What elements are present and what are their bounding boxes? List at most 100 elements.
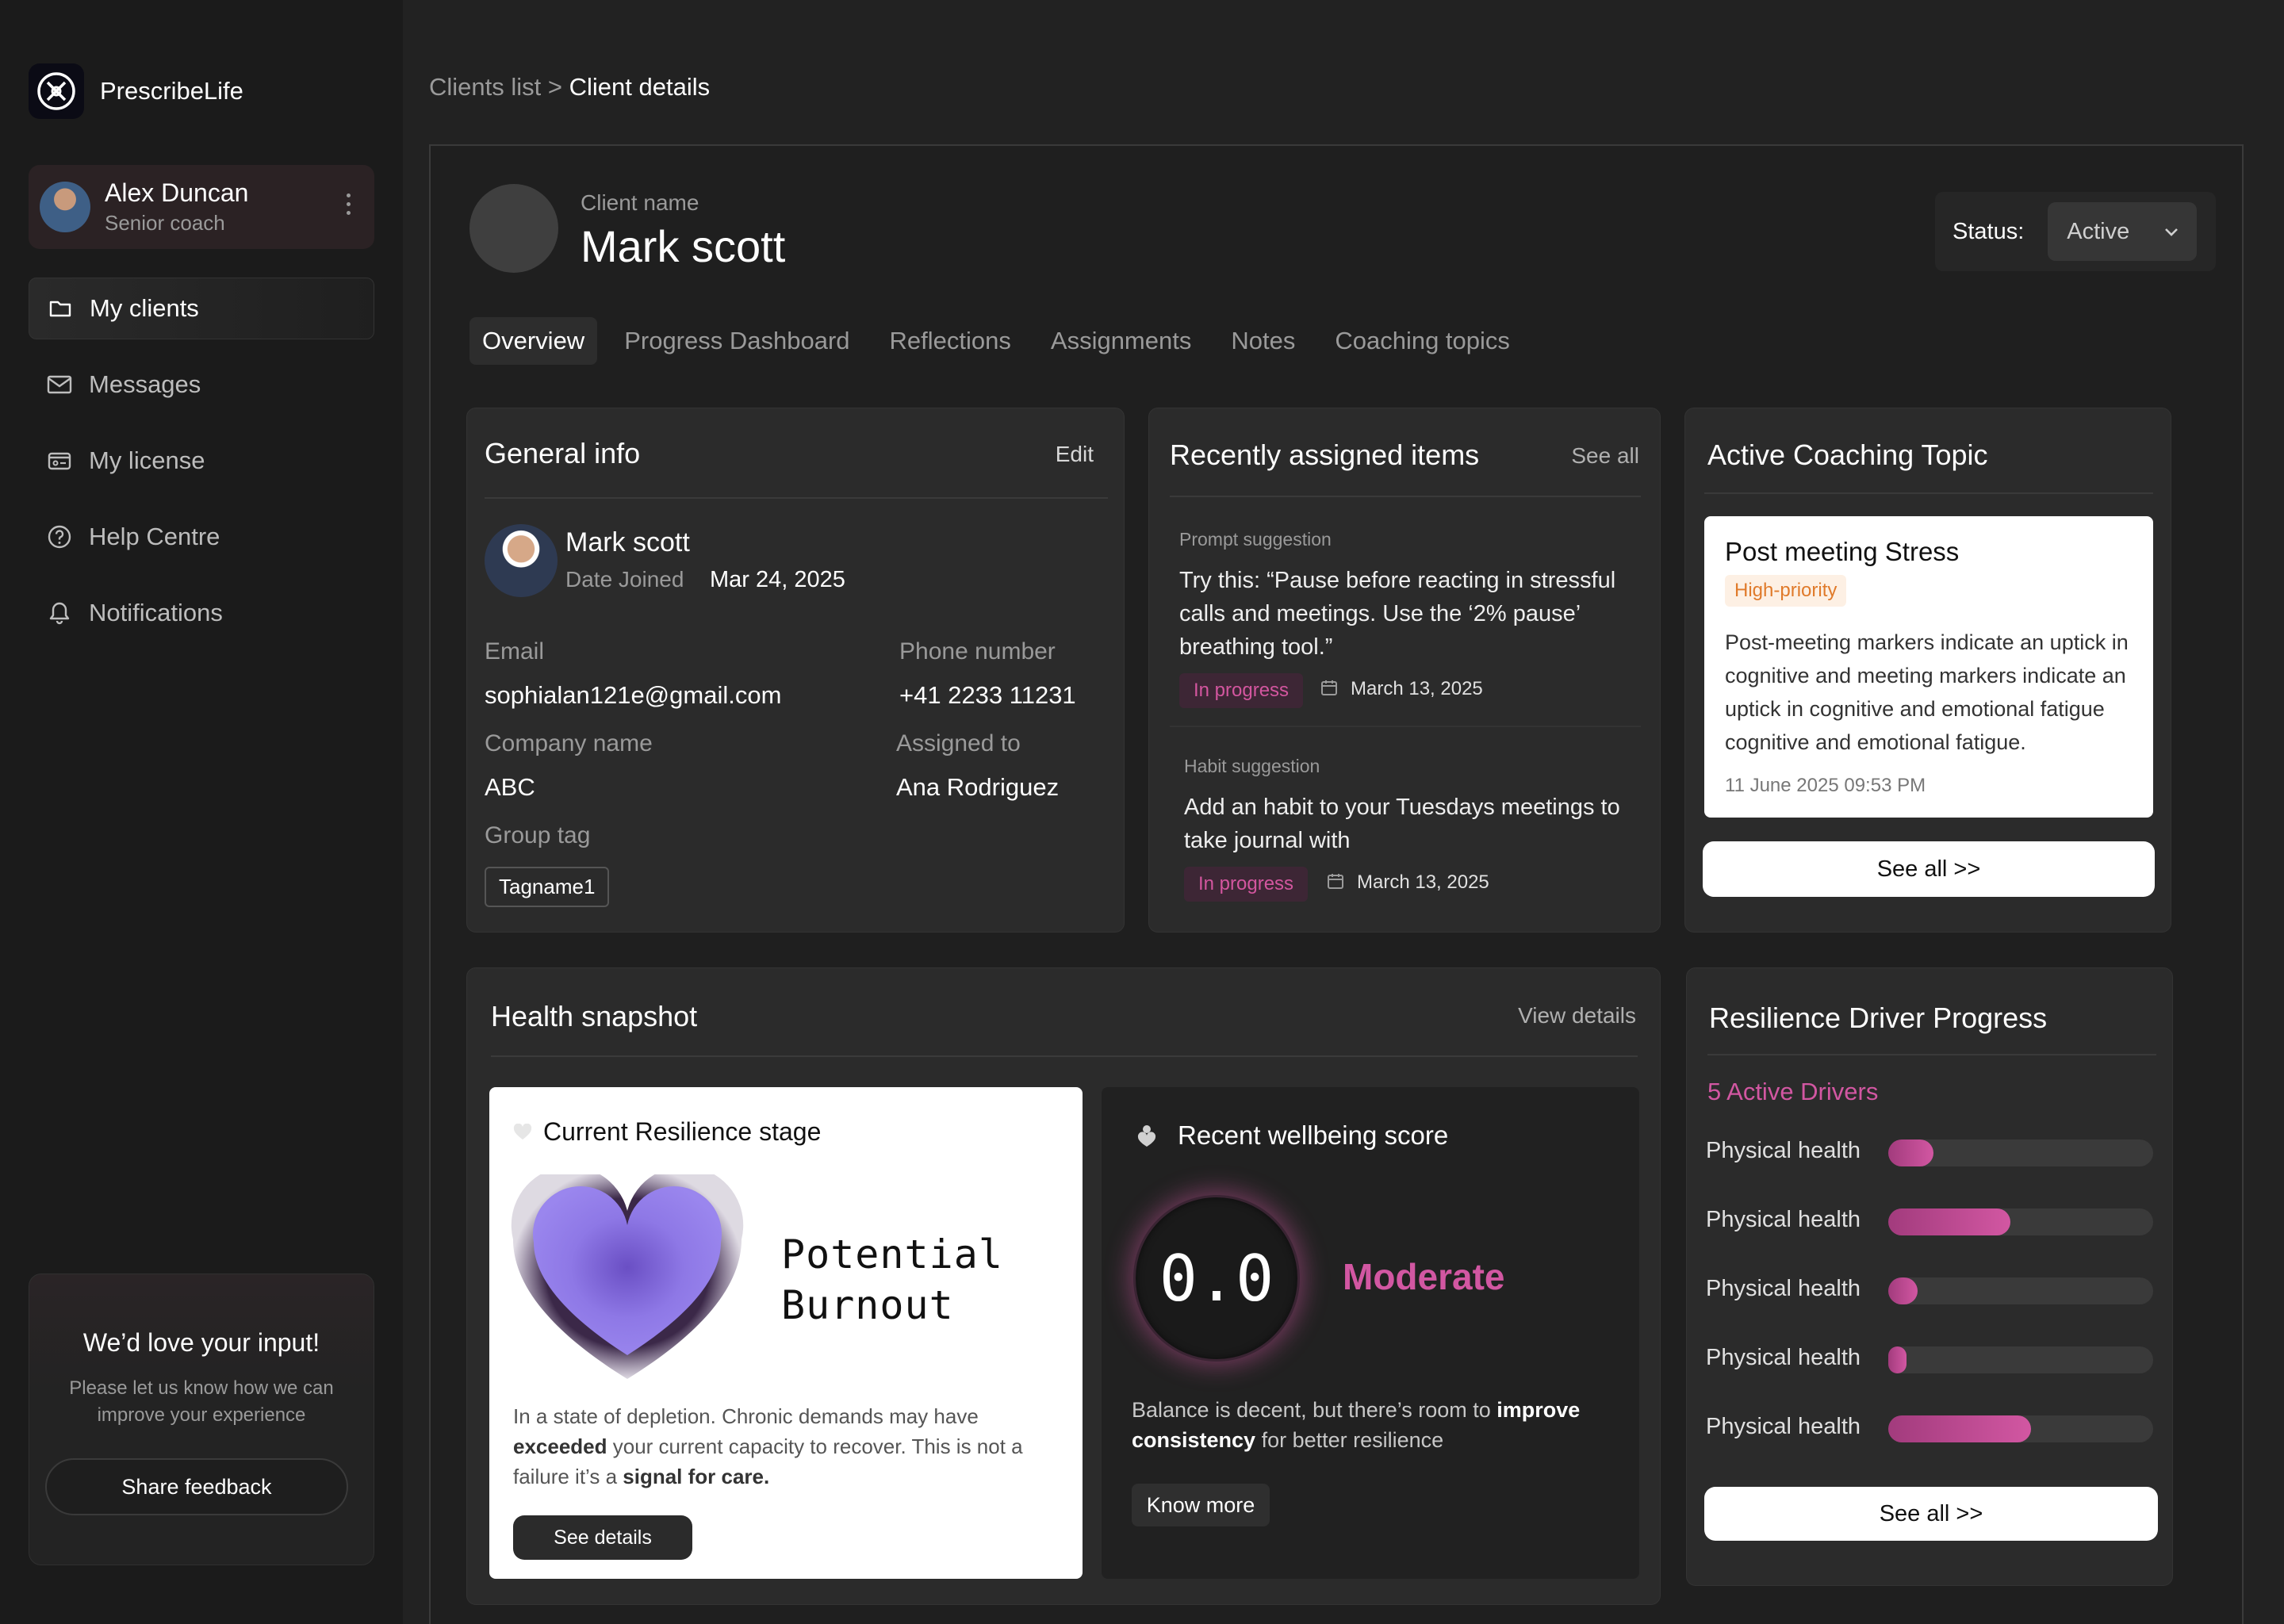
see-details-button[interactable]: See details [513,1515,692,1560]
group-tag[interactable]: Tagname1 [485,867,610,907]
resilience-stage-line2: Burnout [781,1282,954,1328]
know-more-button[interactable]: Know more [1132,1484,1270,1526]
sidebar-item-label: Messages [89,370,201,398]
see-all-link[interactable]: See all [1571,443,1639,469]
wellbeing-card: Recent wellbeing score 0.0 Moderate Bala… [1102,1087,1639,1579]
feedback-card: We’d love your input! Please let us know… [29,1274,374,1565]
sidebar-item-my-license[interactable]: My license [29,430,374,492]
resilience-stage-card: Current Resilience stage Potential Burno… [489,1087,1083,1579]
folder-icon [47,295,74,322]
general-info-title: General info [485,437,641,469]
item-type: Prompt suggestion [1179,529,1332,550]
driver-label: Physical health [1706,1345,1861,1370]
sidebar-item-label: Notifications [89,599,223,626]
priority-badge: High-priority [1725,575,1847,607]
tab-progress-dashboard[interactable]: Progress Dashboard [611,317,862,365]
logo-icon [29,63,84,119]
drivers-title: Resilience Driver Progress [1709,1002,2048,1034]
mail-icon [46,371,73,398]
calendar-icon [1326,871,1345,894]
resilience-title: Current Resilience stage [543,1117,822,1146]
user-card[interactable]: Alex Duncan Senior coach [29,165,374,249]
assigned-value: Ana Rodriguez [896,773,1060,801]
status-value: Active [2067,218,2130,244]
health-snapshot-title: Health snapshot [491,1000,698,1032]
share-feedback-button[interactable]: Share feedback [45,1458,348,1515]
sidebar-item-label: My clients [90,294,199,322]
email-label: Email [485,638,545,665]
driver-progress-bar [1888,1208,2153,1235]
driver-progress-fill [1888,1277,1918,1304]
user-role: Senior coach [105,211,225,235]
group-tag-label: Group tag [485,822,591,848]
client-photo [485,524,558,597]
client-name-label: Client name [581,190,699,215]
status-label: Status: [1953,218,2025,244]
coaching-topic-title: Active Coaching Topic [1707,439,1988,471]
wellbeing-level: Moderate [1343,1256,1505,1297]
health-snapshot-card: Health snapshot View details Current Res… [466,967,1661,1605]
tab-overview[interactable]: Overview [469,317,598,365]
breadcrumb-clients-list[interactable]: Clients list [429,73,541,101]
general-info-card: General info Edit Mark scott Date Joined… [466,408,1125,933]
more-options-icon[interactable] [347,193,351,215]
driver-progress-fill [1888,1208,2010,1235]
item-text: Add an habit to your Tuesdays meetings t… [1184,795,1620,853]
company-value: ABC [485,773,535,801]
list-item[interactable]: Prompt suggestion Try this: “Pause befor… [1149,519,1661,726]
edit-button[interactable]: Edit [1056,442,1094,467]
recent-items-card: Recently assigned items See all Prompt s… [1148,408,1661,933]
avatar [40,182,90,232]
sidebar-item-messages[interactable]: Messages [29,354,374,416]
driver-progress-bar [1888,1277,2153,1304]
feedback-title: We’d love your input! [82,1328,320,1357]
chevron-down-icon [2162,221,2181,247]
resilience-heart-graphic [511,1174,744,1379]
topic-description: Post-meeting markers indicate an uptick … [1725,630,2129,754]
sidebar-item-help-centre[interactable]: Help Centre [29,506,374,568]
resilience-description: In a state of depletion. Chronic demands… [513,1404,1023,1488]
tab-reflections[interactable]: Reflections [877,317,1024,365]
active-drivers-count: 5 Active Drivers [1707,1078,1879,1105]
topic-timestamp: 11 June 2025 09:53 PM [1725,775,1926,796]
driver-progress-fill [1888,1415,2031,1442]
resilience-stage-line1: Potential [781,1231,1003,1277]
driver-progress-bar [1888,1139,2153,1166]
driver-progress-bar [1888,1346,2153,1373]
date-joined-value: Mar 24, 2025 [710,567,845,592]
driver-label: Physical health [1706,1138,1861,1163]
driver-progress-fill [1888,1346,1907,1373]
app-logo[interactable]: PrescribeLife [29,63,243,119]
company-label: Company name [485,730,653,756]
tab-notes[interactable]: Notes [1218,317,1308,365]
wellbeing-score-circle: 0.0 [1133,1195,1300,1362]
see-all-topics-button[interactable]: See all >> [1703,841,2155,897]
status-dropdown[interactable]: Active [2048,202,2198,261]
view-details-link[interactable]: View details [1518,1003,1636,1028]
date-joined-label: Date Joined [565,567,684,592]
sidebar-item-notifications[interactable]: Notifications [29,582,374,644]
sidebar-item-my-clients[interactable]: My clients [29,278,374,339]
driver-progress-bar [1888,1415,2153,1442]
user-name: Alex Duncan [105,178,249,207]
breadcrumb-separator: > [547,73,562,101]
app-name: PrescribeLife [100,77,243,105]
driver-progress-fill [1888,1139,1933,1166]
sidebar-item-label: Help Centre [89,523,220,550]
heart-icon [513,1123,532,1145]
driver-label: Physical health [1706,1414,1861,1439]
item-date: March 13, 2025 [1357,871,1489,893]
wellbeing-score: 0.0 [1159,1241,1274,1316]
tab-assignments[interactable]: Assignments [1038,317,1204,365]
see-all-drivers-button[interactable]: See all >> [1704,1487,2158,1541]
driver-label: Physical health [1706,1276,1861,1301]
email-value: sophialan121e@gmail.com [485,681,782,709]
list-item[interactable]: Habit suggestion Add an habit to your Tu… [1149,745,1661,919]
topic-card[interactable]: Post meeting Stress High-priority Post-m… [1704,516,2153,818]
tab-coaching-topics[interactable]: Coaching topics [1322,317,1523,365]
assigned-label: Assigned to [896,730,1021,756]
status-control: Status: Active [1935,192,2216,271]
coaching-topic-card: Active Coaching Topic Post meeting Stres… [1684,408,2171,933]
wellbeing-description: Balance is decent, but there’s room to i… [1132,1398,1581,1452]
item-text: Try this: “Pause before reacting in stre… [1179,568,1616,660]
